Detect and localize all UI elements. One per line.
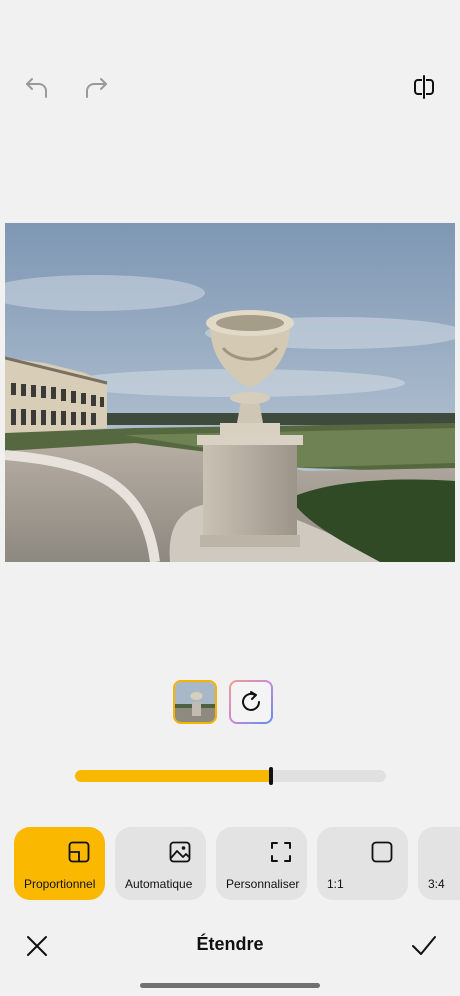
mode-proportionnel[interactable]: Proportionnel <box>14 827 105 900</box>
mode-label: Personnaliser <box>226 877 300 891</box>
mode-label: 3:4 <box>428 877 445 891</box>
confirm-button[interactable] <box>409 931 439 961</box>
undo-arrow-icon <box>26 78 47 98</box>
photo-thumbnail-image <box>175 682 215 722</box>
expand-slider[interactable] <box>75 770 386 782</box>
redo-arrow-icon <box>86 78 107 98</box>
slider-handle[interactable] <box>269 767 273 785</box>
mode-label: 1:1 <box>327 877 344 891</box>
compare-split-icon <box>414 75 434 99</box>
compare-button[interactable] <box>409 72 439 102</box>
check-icon <box>412 936 436 955</box>
home-indicator <box>140 983 320 988</box>
custom-frame-icon <box>271 842 291 862</box>
redo-button[interactable] <box>81 72 111 102</box>
mode-label: Automatique <box>125 877 193 891</box>
undo-button[interactable] <box>22 72 52 102</box>
slider-fill <box>75 770 271 782</box>
square-icon <box>371 841 393 863</box>
mode-personnaliser[interactable]: Personnaliser <box>216 827 307 900</box>
page-title: Étendre <box>196 934 264 954</box>
mode-1-1[interactable]: 1:1 <box>317 827 408 900</box>
rotate-reset-icon <box>242 691 260 711</box>
garden-urn-photo <box>5 223 455 562</box>
reset-button[interactable] <box>229 680 273 724</box>
proportional-icon <box>68 841 90 863</box>
mode-label: Proportionnel <box>24 877 96 891</box>
photo-thumbnail[interactable] <box>173 680 217 724</box>
edited-photo[interactable] <box>5 223 455 562</box>
image-icon <box>169 841 191 863</box>
mode-3-4[interactable]: 3:4 <box>418 827 460 900</box>
mode-automatique[interactable]: Automatique <box>115 827 206 900</box>
